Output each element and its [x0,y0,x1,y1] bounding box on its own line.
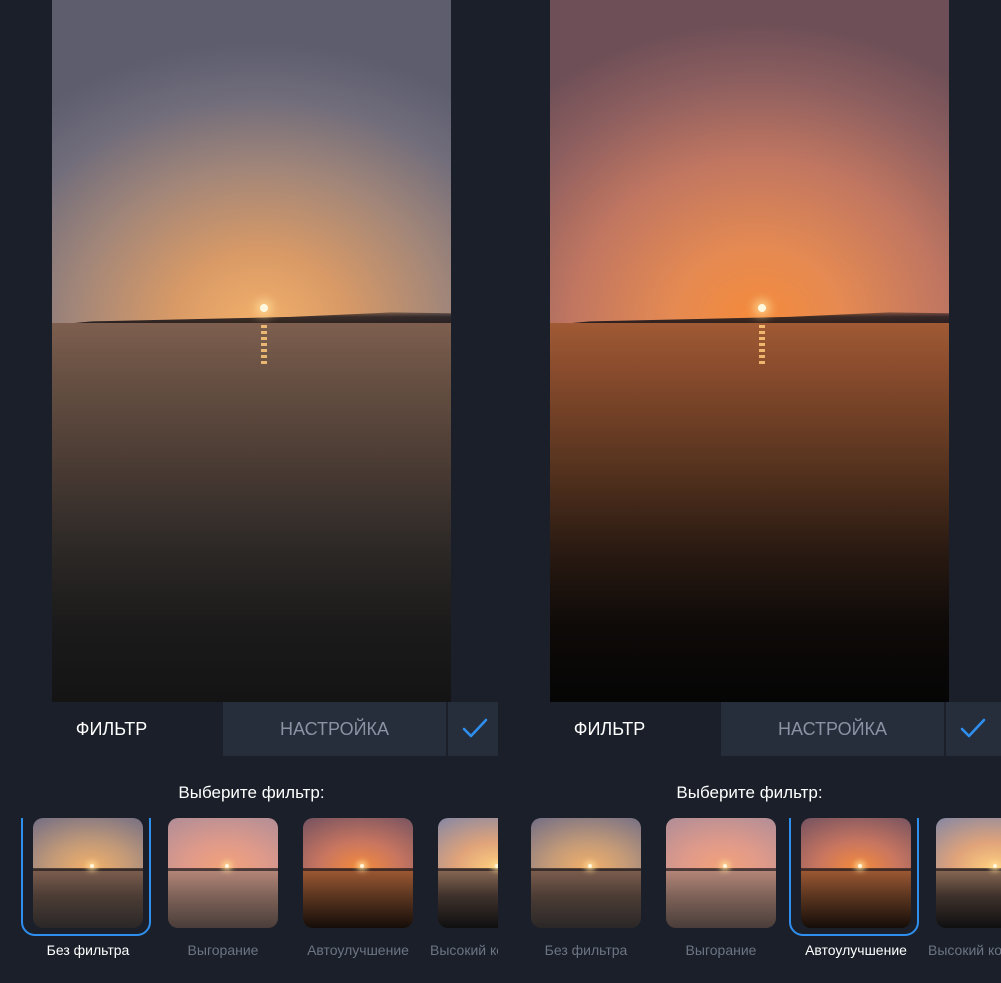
filter-thumb-auto[interactable] [801,818,911,928]
thumb-water [531,868,641,928]
filter-thumb-high-contrast[interactable] [936,818,1001,928]
thumb-sky [801,818,911,869]
photo-sun [260,304,268,312]
thumb-water [438,868,503,928]
photo-sky [550,0,949,323]
thumb-sky [303,818,413,869]
editor-tabbar: ФИЛЬТР НАСТРОЙКА [0,702,503,756]
thumb-water [801,868,911,928]
filter-label-high-contrast[interactable]: Высокий ко [430,942,503,958]
thumb-horizon [168,867,278,871]
thumb-horizon [936,867,1001,871]
filter-prompt: Выберите фильтр: [676,783,823,802]
checkmark-icon [462,718,488,738]
editor-tabbar: ФИЛЬТР НАСТРОЙКА [498,702,1001,756]
thumb-horizon [801,867,911,871]
thumb-horizon [666,867,776,871]
thumb-water [33,868,143,928]
checkmark-icon [960,718,986,738]
tab-filter[interactable]: ФИЛЬТР [0,702,223,756]
photo-preview [550,0,949,702]
photo-water [550,323,949,702]
filter-strip[interactable]: Без фильтра Выгорание Автоулучшение Высо… [498,818,1001,983]
filter-prompt: Выберите фильтр: [178,783,325,802]
filter-thumb-burnout[interactable] [168,818,278,928]
thumb-sky [33,818,143,869]
confirm-button[interactable] [448,702,503,756]
thumb-sky [438,818,503,869]
filter-label-high-contrast[interactable]: Высокий ко [928,942,1001,958]
thumb-sky [531,818,641,869]
filter-thumb-burnout[interactable] [666,818,776,928]
filter-strip[interactable]: Без фильтра Выгорание Автоулучшение Высо… [0,818,503,983]
photo-water [52,323,451,702]
photo-sun [758,304,766,312]
thumb-horizon [33,867,143,871]
filter-label-burnout[interactable]: Выгорание [153,942,293,958]
thumb-horizon [303,867,413,871]
filter-label-burnout[interactable]: Выгорание [651,942,791,958]
photo-sun-reflection [759,325,765,367]
thumb-water [303,868,413,928]
tab-filter[interactable]: ФИЛЬТР [498,702,721,756]
filter-label-auto[interactable]: Автоулучшение [786,942,926,958]
thumb-horizon [438,867,503,871]
thumb-water [936,868,1001,928]
filter-label-none[interactable]: Без фильтра [516,942,656,958]
thumb-sky [936,818,1001,869]
editor-screen-right: ФИЛЬТР НАСТРОЙКА Выберите фильтр: Без фи… [498,0,1001,983]
photo-sun-reflection [261,325,267,367]
tab-settings[interactable]: НАСТРОЙКА [223,702,446,756]
filter-thumb-high-contrast[interactable] [438,818,503,928]
tab-settings[interactable]: НАСТРОЙКА [721,702,944,756]
filter-label-auto[interactable]: Автоулучшение [288,942,428,958]
filter-thumb-auto[interactable] [303,818,413,928]
photo-preview [52,0,451,702]
filter-thumb-none[interactable] [33,818,143,928]
confirm-button[interactable] [946,702,1001,756]
thumb-sky [666,818,776,869]
thumb-sky [168,818,278,869]
filter-thumb-none[interactable] [531,818,641,928]
editor-screen-left: ФИЛЬТР НАСТРОЙКА Выберите фильтр: Без фи… [0,0,503,983]
thumb-horizon [531,867,641,871]
thumb-water [666,868,776,928]
filter-label-none[interactable]: Без фильтра [18,942,158,958]
thumb-water [168,868,278,928]
photo-sky [52,0,451,323]
